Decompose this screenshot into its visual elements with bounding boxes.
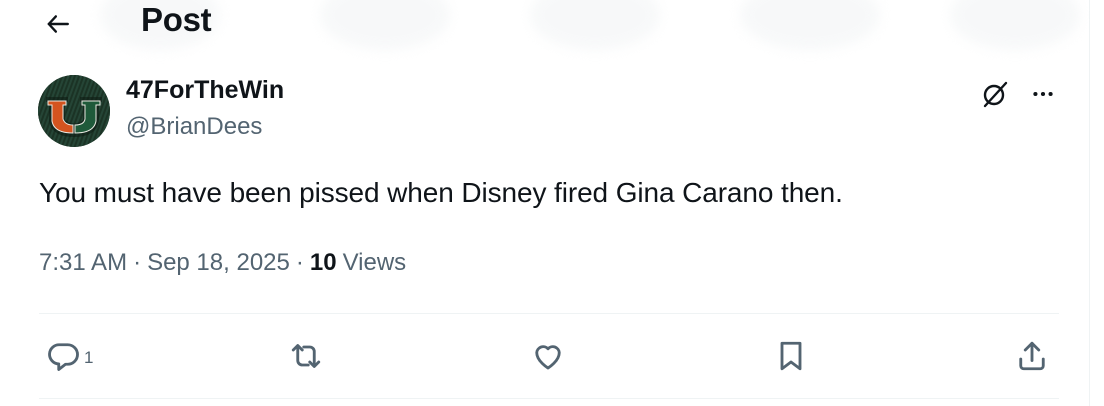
divider [39,313,1059,314]
author-handle[interactable]: @BrianDees [126,113,262,141]
tweet-date[interactable]: Sep 18, 2025 [147,249,290,277]
author-display-name[interactable]: 47ForTheWin [126,76,284,105]
more-horizontal-icon [1033,91,1053,97]
tweet-time[interactable]: 7:31 AM [39,249,127,277]
meta-separator: · [295,249,304,276]
reply-button[interactable]: 1 [46,336,93,376]
reply-icon [48,343,79,371]
share-icon [1019,341,1045,371]
views-count[interactable]: 10 [310,249,337,277]
bookmark-icon [780,341,802,371]
views-label[interactable]: Views [343,249,407,277]
meta-separator: · [133,249,142,276]
avatar[interactable] [38,75,110,147]
tweet-text: You must have been pissed when Disney fi… [39,177,843,208]
post-page: Post 47ForTheWin @BrianDees You must hav… [0,0,1090,406]
reply-count: 1 [84,348,94,367]
miami-u-logo [38,75,110,147]
heart-icon [535,345,561,370]
repost-icon [291,344,321,368]
more-options-button[interactable] [1026,77,1060,111]
bookmark-button[interactable] [773,336,809,376]
back-button[interactable] [40,6,76,42]
arrow-left-icon [47,15,69,33]
repost-button[interactable] [288,336,324,376]
tweet-meta: 7:31 AM · Sep 18, 2025 · 10 Views [39,249,406,277]
grok-button[interactable] [978,77,1012,111]
page-header: Post [0,0,1090,46]
grok-icon [983,81,1008,108]
page-title: Post [141,1,212,38]
divider [39,398,1059,399]
share-button[interactable] [1014,336,1050,376]
like-button[interactable] [530,336,566,376]
